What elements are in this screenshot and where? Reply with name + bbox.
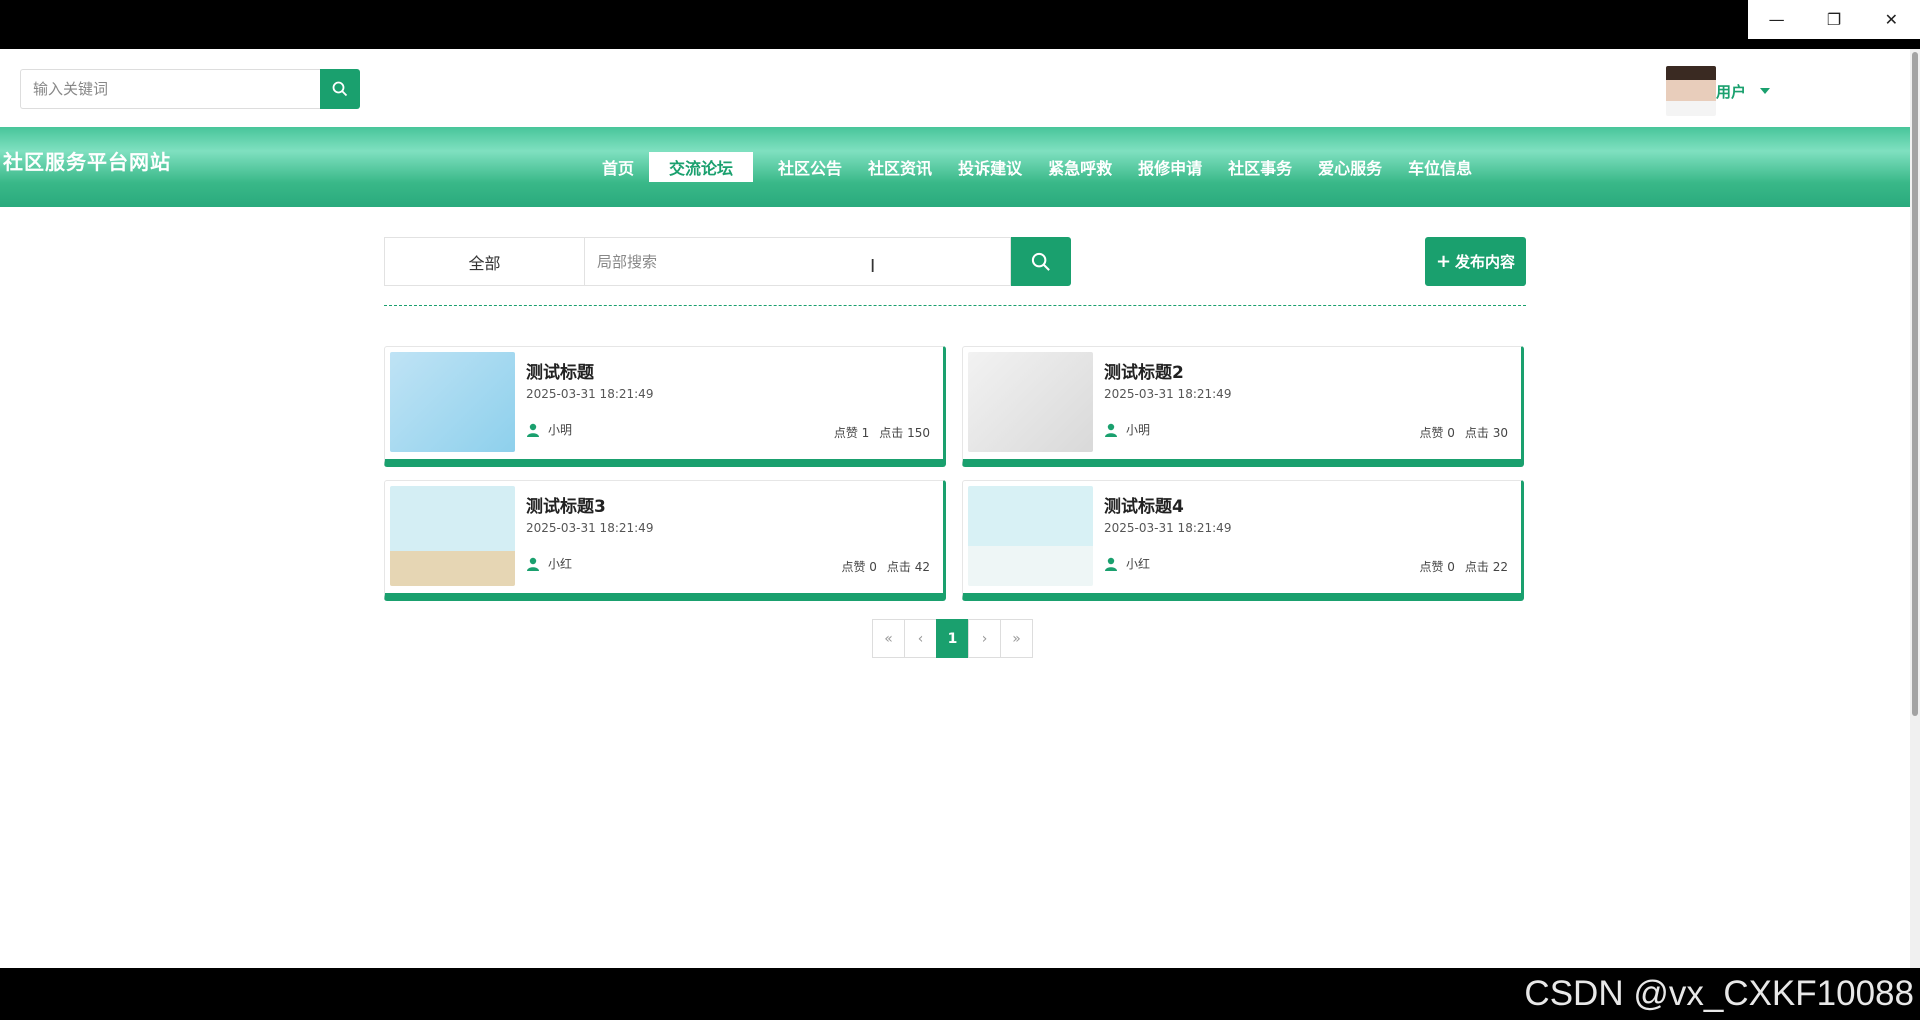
post-author-name: 小红 — [1126, 557, 1151, 571]
post-author: 小红 — [526, 555, 572, 572]
nav-item[interactable]: 社区事务 — [1215, 152, 1305, 182]
page-first-button[interactable]: « — [872, 619, 905, 658]
bottom-bar: CSDN @vx_CXKF10088 — [0, 968, 1920, 1020]
post-card[interactable]: 测试标题 2025-03-31 18:21:49 小明 点赞 1 点击 150 — [384, 346, 946, 467]
user-icon — [1105, 423, 1117, 437]
local-search-button[interactable] — [1011, 237, 1071, 286]
post-stats: 点赞 0 点击 42 — [841, 558, 930, 575]
user-name: 用户 — [1716, 82, 1747, 101]
nav-item[interactable]: 首页 — [589, 152, 647, 182]
post-title[interactable]: 测试标题2 — [1104, 358, 1184, 383]
minimize-button[interactable]: — — [1748, 0, 1805, 39]
page-next-button[interactable]: › — [968, 619, 1001, 658]
keyword-search-button[interactable] — [320, 69, 360, 109]
post-likes: 点赞 1 — [833, 426, 870, 440]
close-button[interactable]: ✕ — [1863, 0, 1920, 39]
nav-item[interactable]: 交流论坛 — [649, 152, 754, 182]
post-clicks: 点击 150 — [879, 426, 930, 440]
post-stats: 点赞 0 点击 22 — [1419, 558, 1508, 575]
user-icon — [527, 423, 539, 437]
user-menu[interactable]: 用户 — [1666, 66, 1771, 116]
page-last-button[interactable]: » — [1000, 619, 1033, 658]
nav-item[interactable]: 爱心服务 — [1305, 152, 1395, 182]
publish-button[interactable]: + 发布内容 — [1425, 237, 1526, 286]
nav-item[interactable]: 社区公告 — [765, 152, 855, 182]
window-controls: — ❐ ✕ — [1748, 0, 1920, 39]
post-author: 小明 — [526, 421, 572, 438]
post-clicks: 点击 30 — [1464, 426, 1508, 440]
post-author: 小红 — [1104, 555, 1150, 572]
post-author-name: 小明 — [1126, 423, 1151, 437]
pagination: « ‹ 1 › » — [872, 619, 1033, 658]
post-title[interactable]: 测试标题4 — [1104, 492, 1184, 517]
nav-menu: 首页 交流论坛 社区公告 社区资讯 投诉建议 紧急呼救 报修申请 社区事务 爱心服务 车位信息 — [589, 152, 1485, 182]
dashed-divider — [384, 305, 1526, 306]
chevron-down-icon — [1760, 88, 1771, 94]
post-title[interactable]: 测试标题3 — [526, 492, 606, 517]
post-date: 2025-03-31 18:21:49 — [1104, 387, 1232, 401]
nav-item[interactable]: 社区资讯 — [855, 152, 945, 182]
nav-item[interactable]: 报修申请 — [1125, 152, 1215, 182]
post-author-name: 小明 — [548, 423, 573, 437]
post-title[interactable]: 测试标题 — [526, 358, 594, 383]
restore-button[interactable]: ❐ — [1805, 0, 1862, 39]
post-clicks: 点击 42 — [886, 560, 930, 574]
top-header: 用户 — [0, 49, 1910, 127]
local-search-input[interactable] — [585, 237, 1011, 286]
nav-item[interactable]: 车位信息 — [1395, 152, 1485, 182]
window-titlebar: — ❐ ✕ — [0, 0, 1920, 49]
post-thumbnail[interactable] — [968, 352, 1093, 452]
watermark: CSDN @vx_CXKF10088 — [1524, 974, 1914, 1013]
search-icon — [332, 81, 348, 97]
filter-bar: 全部 + 发布内容 — [384, 237, 1526, 286]
post-card[interactable]: 测试标题3 2025-03-31 18:21:49 小红 点赞 0 点击 42 — [384, 480, 946, 601]
post-author-name: 小红 — [548, 557, 573, 571]
post-grid: 测试标题 2025-03-31 18:21:49 小明 点赞 1 点击 150 测试标题2… — [384, 346, 1526, 601]
page-current-button[interactable]: 1 — [936, 619, 969, 658]
post-date: 2025-03-31 18:21:49 — [1104, 521, 1232, 535]
post-date: 2025-03-31 18:21:49 — [526, 387, 654, 401]
post-author: 小明 — [1104, 421, 1150, 438]
scrollbar-thumb[interactable] — [1912, 52, 1918, 716]
post-likes: 点赞 0 — [841, 560, 877, 574]
post-card[interactable]: 测试标题4 2025-03-31 18:21:49 小红 点赞 0 点击 22 — [962, 480, 1524, 601]
publish-label: 发布内容 — [1455, 253, 1516, 271]
nav-item[interactable]: 投诉建议 — [945, 152, 1035, 182]
keyword-search-input[interactable] — [20, 69, 320, 109]
post-thumbnail[interactable] — [390, 352, 515, 452]
user-icon — [527, 557, 539, 571]
user-icon — [1105, 557, 1117, 571]
post-thumbnail[interactable] — [968, 486, 1093, 586]
post-clicks: 点击 22 — [1464, 560, 1508, 574]
post-thumbnail[interactable] — [390, 486, 515, 586]
post-likes: 点赞 0 — [1419, 560, 1455, 574]
post-stats: 点赞 0 点击 30 — [1419, 424, 1508, 441]
nav-item[interactable]: 紧急呼救 — [1035, 152, 1125, 182]
post-card[interactable]: 测试标题2 2025-03-31 18:21:49 小明 点赞 0 点击 30 — [962, 346, 1524, 467]
text-cursor-icon: I — [870, 256, 876, 277]
category-select[interactable]: 全部 — [384, 237, 585, 286]
page-prev-button[interactable]: ‹ — [904, 619, 937, 658]
vertical-scrollbar[interactable] — [1910, 49, 1920, 968]
post-date: 2025-03-31 18:21:49 — [526, 521, 654, 535]
plus-icon: + — [1435, 251, 1452, 272]
avatar — [1666, 66, 1716, 116]
search-icon — [1031, 252, 1050, 271]
main-navbar: 社区服务平台网站 首页 交流论坛 社区公告 社区资讯 投诉建议 紧急呼救 报修申请 社区事务爱… — [0, 127, 1910, 207]
post-likes: 点赞 0 — [1419, 426, 1455, 440]
site-title: 社区服务平台网站 — [3, 150, 171, 174]
post-stats: 点赞 1 点击 150 — [834, 424, 930, 441]
